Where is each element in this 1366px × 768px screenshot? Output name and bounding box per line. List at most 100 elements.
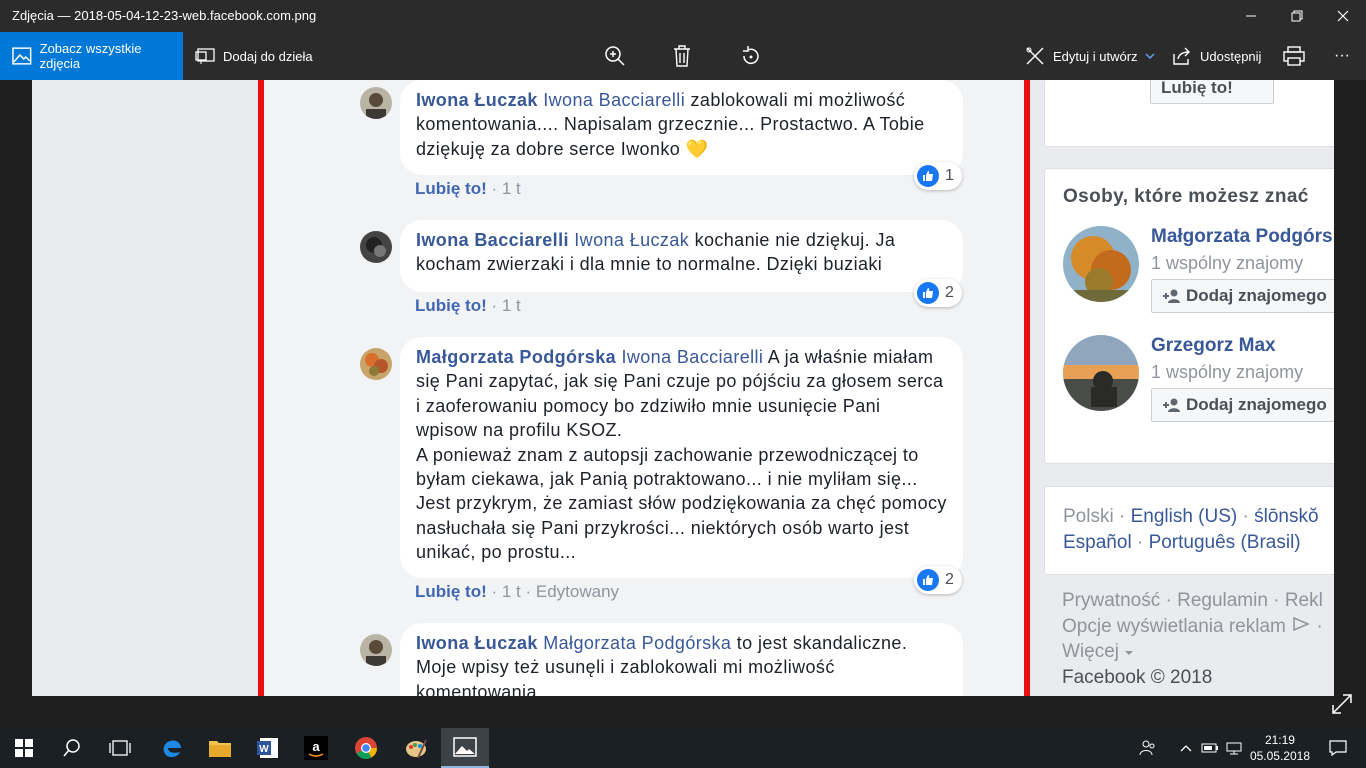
add-to-icon	[195, 48, 215, 64]
clock-time: 21:19	[1264, 733, 1295, 747]
comment-author[interactable]: Małgorzata Podgórska	[416, 347, 616, 367]
comment-mention[interactable]: Małgorzata Podgórska	[543, 633, 731, 653]
close-button[interactable]	[1320, 0, 1366, 32]
restore-button[interactable]	[1274, 0, 1320, 32]
copyright: Facebook © 2018	[1062, 667, 1213, 688]
person-photo	[1063, 335, 1139, 411]
like-link[interactable]: Lubię to!	[415, 179, 487, 198]
ads-link[interactable]: Rekl	[1285, 590, 1323, 611]
rotate-button[interactable]	[731, 32, 771, 80]
comment-meta: Lubię to! · 1 t · Edytowany	[415, 582, 620, 601]
add-to-creation-button[interactable]: Dodaj do dzieła	[195, 32, 313, 80]
like-link[interactable]: Lubię to!	[415, 582, 487, 601]
paint-icon	[406, 739, 427, 759]
language-link[interactable]: ślōnskŏ	[1254, 506, 1318, 527]
terms-link[interactable]: Regulamin	[1177, 590, 1268, 611]
amazon-icon: a	[304, 736, 328, 760]
ad-choices-link[interactable]: Opcje wyświetlania reklam	[1062, 616, 1286, 637]
more-button[interactable]: ···	[1322, 32, 1362, 80]
action-center-button[interactable]	[1318, 728, 1358, 768]
share-button[interactable]: Udostępnij	[1172, 32, 1261, 80]
comment-mention[interactable]: Iwona Łuczak	[574, 230, 689, 250]
edit-label: Edytuj i utwórz	[1053, 48, 1138, 64]
task-view-button[interactable]	[96, 728, 144, 768]
printer-icon	[1283, 46, 1305, 66]
notification-icon	[1329, 740, 1347, 756]
reaction-count[interactable]: 2	[914, 279, 962, 307]
minimize-button[interactable]	[1228, 0, 1274, 32]
mutual-friends[interactable]: 1 wspólny znajomy	[1151, 253, 1303, 274]
like-page-button[interactable]: Lubię to!	[1150, 80, 1274, 104]
comment-time[interactable]: 1 t	[502, 296, 521, 315]
avatar[interactable]	[360, 87, 392, 119]
avatar[interactable]	[360, 231, 392, 263]
language-list-2: Español · Português (Brasil)	[1063, 532, 1301, 553]
folder-icon	[209, 741, 231, 757]
paint-taskbar-button[interactable]	[392, 728, 440, 768]
comment-author[interactable]: Iwona Łuczak	[416, 633, 538, 653]
caret-down-icon	[1125, 651, 1134, 655]
mutual-friends[interactable]: 1 wspólny znajomy	[1151, 362, 1303, 383]
person-avatar[interactable]	[1063, 335, 1139, 411]
edge-taskbar-button[interactable]	[148, 728, 196, 768]
photo-viewer: Iwona Łuczak Iwona Bacciarelli zablokowa…	[0, 80, 1366, 728]
print-button[interactable]	[1274, 32, 1314, 80]
language-link[interactable]: Español	[1063, 532, 1132, 553]
person-avatar[interactable]	[1063, 226, 1139, 302]
zoom-button[interactable]	[595, 32, 635, 80]
add-friend-icon	[1163, 398, 1180, 412]
reaction-count[interactable]: 2	[914, 566, 962, 594]
network-button[interactable]	[1222, 728, 1246, 768]
see-all-photos-button[interactable]: Zobacz wszystkie zdjęcia	[0, 32, 183, 80]
language-link[interactable]: English (US)	[1131, 506, 1238, 527]
title-bar: Zdjęcia — 2018-05-04-12-23-web.facebook.…	[0, 0, 1366, 32]
reaction-count[interactable]: 1	[914, 162, 962, 190]
see-all-label: Zobacz wszystkie zdjęcia	[39, 41, 142, 71]
comment-time[interactable]: 1 t	[502, 179, 521, 198]
edit-create-button[interactable]: Edytuj i utwórz	[1025, 32, 1156, 80]
zoom-in-icon	[605, 46, 625, 66]
avatar[interactable]	[360, 348, 392, 380]
comment-meta: Lubię to! · 1 t	[415, 179, 521, 198]
amazon-taskbar-button[interactable]: a	[292, 728, 340, 768]
comment-author[interactable]: Iwona Łuczak	[416, 90, 538, 110]
comment-bubble: Iwona Łuczak Iwona Bacciarelli zablokowa…	[400, 80, 963, 175]
start-button[interactable]	[0, 728, 48, 768]
like-link[interactable]: Lubię to!	[415, 296, 487, 315]
comment-mention[interactable]: Iwona Bacciarelli	[621, 347, 763, 367]
chrome-taskbar-button[interactable]	[342, 728, 390, 768]
avatar[interactable]	[360, 634, 392, 666]
footer-more[interactable]: Więcej	[1062, 641, 1134, 663]
people-button[interactable]	[1128, 728, 1168, 768]
photos-icon	[12, 47, 32, 65]
privacy-link[interactable]: Prywatność	[1062, 590, 1160, 611]
footer-links-1: Prywatność · Regulamin · Rekl	[1062, 590, 1323, 611]
language-link[interactable]: Português (Brasil)	[1149, 532, 1301, 553]
avatar-image	[360, 231, 392, 263]
search-button[interactable]	[48, 728, 96, 768]
word-icon: W	[257, 738, 278, 758]
add-friend-button[interactable]: Dodaj znajomego	[1151, 388, 1334, 422]
photos-taskbar-button[interactable]	[441, 728, 489, 768]
thumbs-up-icon	[917, 569, 939, 591]
fullscreen-icon[interactable]	[1330, 692, 1354, 716]
battery-button[interactable]	[1198, 728, 1222, 768]
show-hidden-icons-button[interactable]	[1172, 728, 1200, 768]
person-name[interactable]: Małgorzata Podgórska	[1151, 226, 1334, 248]
comment-time[interactable]: 1 t	[502, 582, 521, 601]
edited-label[interactable]: Edytowany	[536, 582, 619, 601]
more-link[interactable]: Więcej	[1062, 641, 1119, 662]
comment-mention[interactable]: Iwona Bacciarelli	[543, 90, 685, 110]
comment-bubble: Iwona Bacciarelli Iwona Łuczak kochanie …	[400, 220, 963, 292]
add-to-label: Dodaj do dzieła	[223, 48, 313, 64]
add-friend-button[interactable]: Dodaj znajomego	[1151, 279, 1334, 313]
windows-icon	[15, 739, 33, 757]
clock[interactable]: 21:19 05.05.2018	[1250, 732, 1310, 764]
person-name[interactable]: Grzegorz Max	[1151, 335, 1276, 357]
minimize-icon	[1246, 15, 1256, 17]
file-explorer-taskbar-button[interactable]	[196, 728, 244, 768]
word-taskbar-button[interactable]: W	[244, 728, 292, 768]
delete-button[interactable]	[662, 32, 702, 80]
comment-author[interactable]: Iwona Bacciarelli	[416, 230, 569, 250]
avatar-image	[360, 348, 392, 380]
